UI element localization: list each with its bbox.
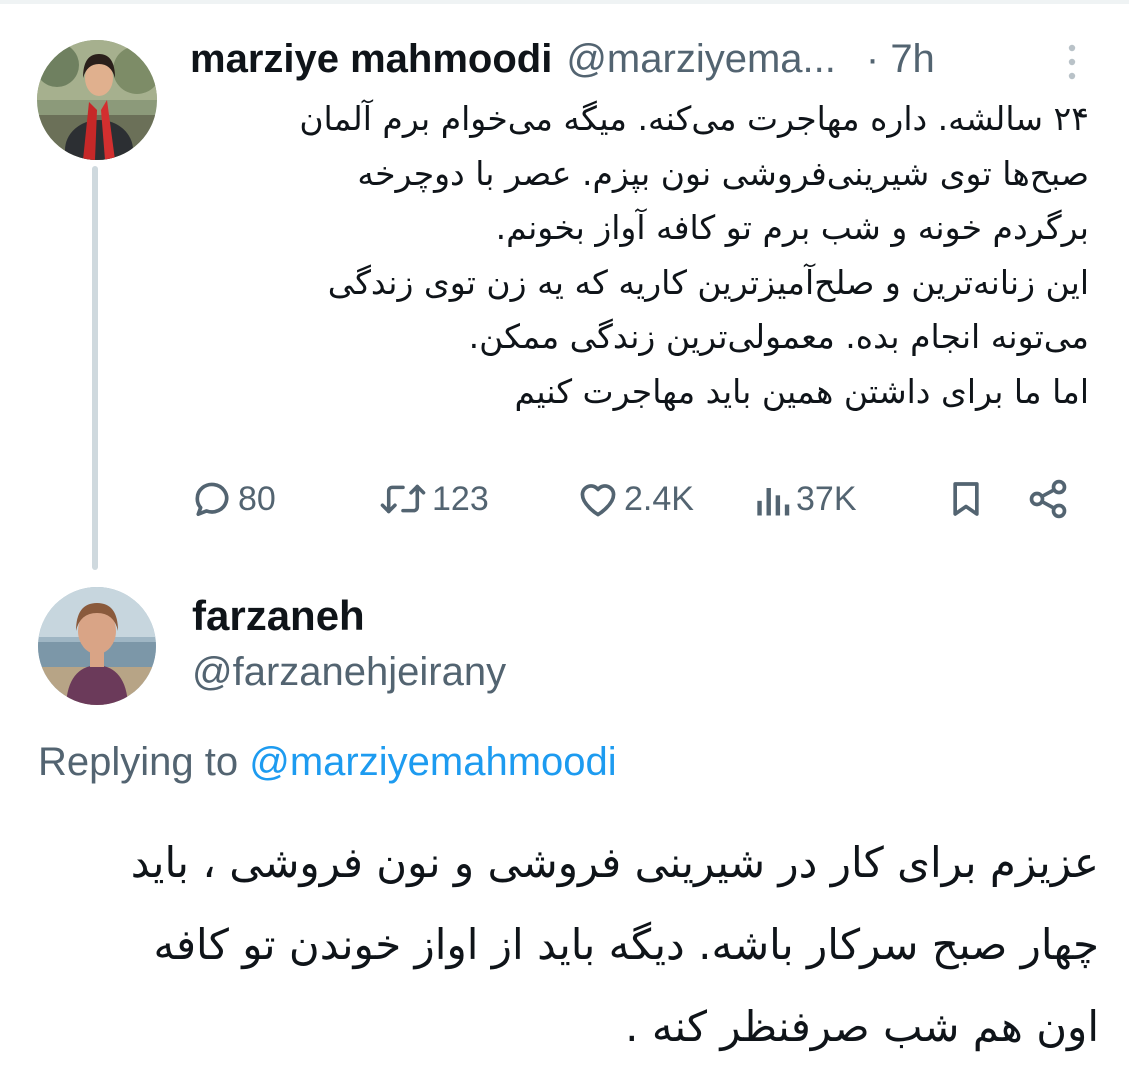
tweet-text-line: برگردم خونه و شب برم تو کافه آواز بخونم. — [495, 208, 1089, 247]
thread-connector-line — [92, 166, 98, 570]
reply-author-handle[interactable]: @farzanehjeirany — [192, 650, 506, 695]
more-icon[interactable] — [1057, 40, 1087, 84]
retweet-count: 123 — [432, 479, 489, 518]
author-name[interactable]: marziye mahmoodi — [190, 37, 552, 82]
tweet-action-bar: 80 123 2.4K 37K — [190, 472, 1080, 526]
bookmark-icon — [946, 477, 990, 521]
reply-icon — [190, 477, 238, 521]
share-button[interactable] — [1026, 472, 1074, 526]
reply-text-line: چهار صبح سرکار باشه. دیگه باید از اواز خ… — [153, 920, 1099, 969]
reply-count: 80 — [238, 479, 276, 518]
time-separator: · — [865, 36, 880, 81]
reply-button[interactable]: 80 — [190, 472, 276, 526]
heart-icon — [576, 477, 624, 521]
author-handle[interactable]: @marziyema... — [566, 37, 836, 82]
share-icon — [1026, 477, 1074, 521]
tweet-header: marziye mahmoodi @marziyema... · 7h — [190, 30, 1100, 88]
bookmark-button[interactable] — [946, 472, 990, 526]
tweet-text-line: صبح‌ها توی شیرینی‌فروشی نون بپزم. عصر با… — [357, 153, 1089, 193]
time-value: 7h — [890, 36, 935, 81]
reply-text-line: اون هم شب صرفنظر کنه . — [625, 1002, 1099, 1051]
like-button[interactable]: 2.4K — [576, 472, 694, 526]
tweet-text-line: این زنانه‌ترین و صلح‌آمیزترین کاریه که ی… — [327, 262, 1089, 302]
reply-text: عزیزم برای کار در شیرینی فروشی و نون فرو… — [39, 822, 1099, 1068]
avatar-marziye[interactable] — [37, 40, 157, 160]
views-button[interactable]: 37K — [752, 472, 857, 526]
like-count: 2.4K — [624, 479, 694, 518]
views-icon — [752, 477, 796, 521]
tweet-text-line: اما ما برای داشتن همین باید مهاجرت کنیم — [514, 371, 1089, 411]
reply-author-name[interactable]: farzaneh — [192, 592, 365, 640]
tweet-timestamp[interactable]: · 7h — [866, 37, 935, 82]
tweet-text-line: می‌تونه انجام بده. معمولی‌ترین زندگی ممک… — [468, 317, 1089, 356]
reply-text-line: عزیزم برای کار در شیرینی فروشی و نون فرو… — [130, 838, 1099, 887]
retweet-button[interactable]: 123 — [378, 472, 489, 526]
avatar-farzaneh[interactable] — [38, 587, 156, 705]
replying-to-label: Replying to — [38, 740, 239, 784]
top-divider — [0, 0, 1129, 4]
views-count: 37K — [796, 479, 857, 518]
retweet-icon — [378, 477, 432, 521]
replying-to-mention-link[interactable]: @marziyemahmoodi — [249, 740, 616, 784]
tweet-text: ۲۴ سالشه. داره مهاجرت می‌کنه. میگه می‌خو… — [189, 92, 1089, 419]
replying-to-line: Replying to @marziyemahmoodi — [38, 740, 617, 785]
tweet-text-line: ۲۴ سالشه. داره مهاجرت می‌کنه. میگه می‌خو… — [299, 99, 1089, 138]
